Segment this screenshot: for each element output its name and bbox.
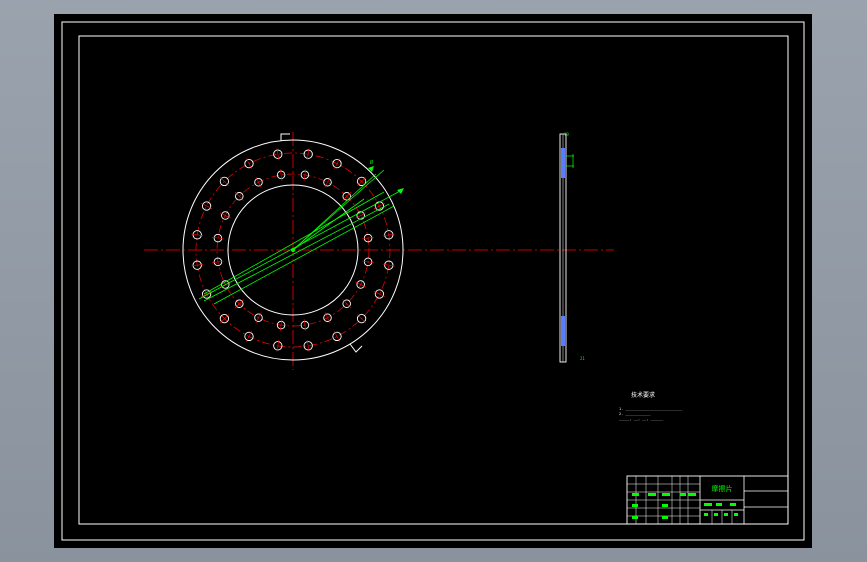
front-view: Ø <box>144 132 614 370</box>
section-label-top: 19 <box>564 132 569 137</box>
technical-notes: 技术要求 1. ___________________________ 2. _… <box>619 391 683 421</box>
note-line-1: 1. ___________________________ <box>619 407 683 411</box>
inner-border <box>78 35 789 525</box>
outer-border <box>61 21 805 541</box>
notes-heading: 技术要求 <box>631 391 655 399</box>
note-line-3: _____, __, __, ______ <box>619 417 664 421</box>
dimension-text: Ø <box>370 159 373 166</box>
title-block: 摩擦片 <box>626 475 789 525</box>
section-view: 19 21 <box>559 132 585 363</box>
drawing-sheet: Ø 19 21 技术要求 1. ________________________… <box>54 14 812 548</box>
section-label-bottom: 21 <box>580 356 585 361</box>
cad-drawing-canvas[interactable]: Ø 19 21 技术要求 1. ________________________… <box>54 14 812 548</box>
part-name: 摩擦片 <box>712 484 733 493</box>
note-line-2: 2. ____________ <box>619 412 652 416</box>
section-mark-bottom <box>349 343 363 353</box>
